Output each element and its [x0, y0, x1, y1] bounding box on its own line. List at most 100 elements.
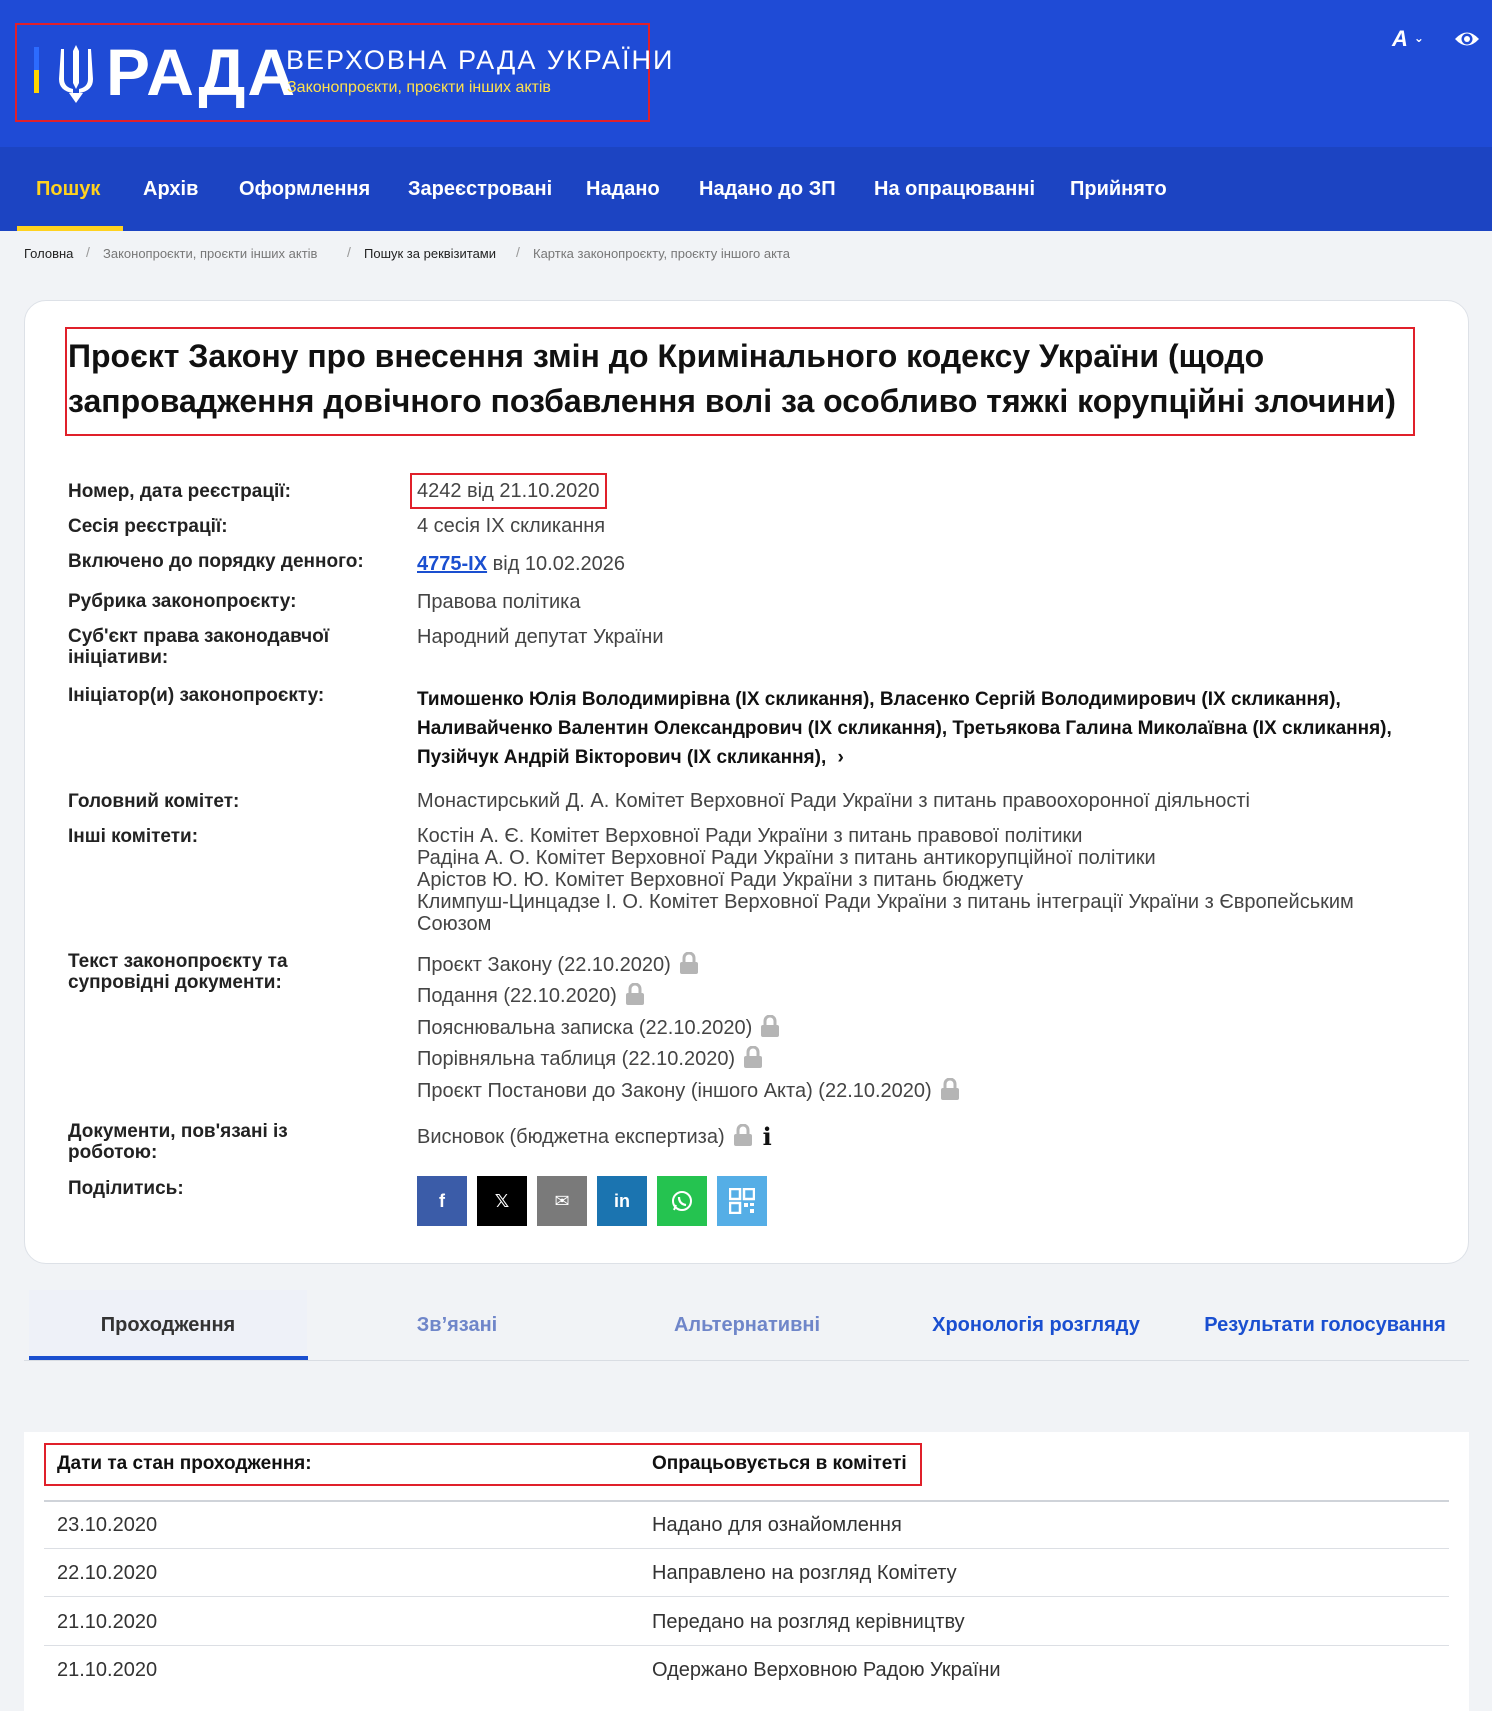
- share-x-button[interactable]: 𝕏: [477, 1176, 527, 1226]
- share-label: Поділитись:: [68, 1178, 184, 1199]
- logo-wordmark[interactable]: РАДА: [106, 36, 297, 108]
- nav-item-search[interactable]: Пошук: [36, 147, 100, 231]
- status-row-event: Одержано Верховною Радою України: [652, 1659, 1001, 1681]
- x-icon: 𝕏: [494, 1190, 510, 1211]
- status-header-label: Дати та стан проходження:: [57, 1453, 312, 1474]
- main-committee-value: Монастирський Д. А. Комітет Верховної Ра…: [417, 790, 1250, 812]
- agenda-value: 4775-IX від 10.02.2026: [417, 553, 1417, 575]
- tab-voting-results[interactable]: Результати голосування: [1186, 1290, 1464, 1360]
- bill-card: [24, 300, 1469, 1264]
- session-label: Сесія реєстрації:: [68, 516, 228, 537]
- status-divider: [44, 1548, 1449, 1549]
- font-size-button[interactable]: A ⌄: [1392, 26, 1424, 52]
- breadcrumb-separator: /: [516, 244, 520, 260]
- nav-item-archive[interactable]: Архів: [143, 147, 198, 231]
- trident-icon: [59, 45, 93, 103]
- breadcrumb-separator: /: [347, 244, 351, 260]
- tab-chronology[interactable]: Хронологія розгляду: [897, 1290, 1175, 1360]
- other-committee-item: Арістов Ю. Ю. Комітет Верховної Ради Укр…: [417, 869, 1024, 891]
- flag-icon: [34, 47, 39, 93]
- text-doc-item[interactable]: Пояснювальна записка (22.10.2020): [417, 1015, 1417, 1039]
- bill-title: Проєкт Закону про внесення змін до Кримі…: [68, 338, 1396, 419]
- text-doc-item[interactable]: Проєкт Постанови до Закону (іншого Акта)…: [417, 1078, 1417, 1102]
- tab-alternative[interactable]: Альтернативні: [608, 1290, 886, 1360]
- subject-label: Суб'єкт права законодавчої ініціативи:: [68, 626, 330, 668]
- nav-item-in-processing[interactable]: На опрацюванні: [874, 147, 1035, 231]
- nav-item-provided[interactable]: Надано: [586, 147, 660, 231]
- text-doc-title[interactable]: Проєкт Постанови до Закону (іншого Акта)…: [417, 1080, 932, 1102]
- agenda-link[interactable]: 4775-IX: [417, 553, 487, 575]
- initiators-list: Тимошенко Юлія Володимирівна (IX скликан…: [417, 685, 1427, 772]
- main-committee-label: Головний комітет:: [68, 791, 240, 812]
- related-docs-label: Документи, пов'язані із роботою:: [68, 1121, 288, 1163]
- breadcrumb-home[interactable]: Головна: [24, 246, 73, 261]
- agenda-label: Включено до порядку денного:: [68, 551, 364, 572]
- text-doc-title[interactable]: Подання (22.10.2020): [417, 985, 617, 1007]
- texts-label: Текст законопроєкту та супровідні докуме…: [68, 951, 288, 993]
- active-tab-indicator: [29, 1356, 308, 1360]
- info-icon[interactable]: i: [763, 1125, 772, 1149]
- lock-icon: [733, 1124, 752, 1146]
- breadcrumb-bills[interactable]: Законопроєкти, проєкти інших актів: [103, 246, 317, 261]
- rubric-label: Рубрика законопроєкту:: [68, 591, 297, 612]
- rubric-value: Правова політика: [417, 591, 581, 613]
- related-doc-title[interactable]: Висновок (бюджетна експертиза): [417, 1126, 725, 1148]
- chevron-right-icon[interactable]: ›: [838, 747, 844, 768]
- subject-value: Народний депутат України: [417, 626, 664, 648]
- font-size-label: A: [1392, 26, 1408, 51]
- qr-code-icon: [729, 1188, 755, 1214]
- share-whatsapp-button[interactable]: [657, 1176, 707, 1226]
- status-header-value: Опрацьовується в комітеті: [652, 1453, 907, 1474]
- share-linkedin-button[interactable]: in: [597, 1176, 647, 1226]
- text-doc-title[interactable]: Порівняльна таблиця (22.10.2020): [417, 1048, 735, 1070]
- related-doc-item[interactable]: Висновок (бюджетна експертиза) i: [417, 1124, 1417, 1149]
- text-doc-item[interactable]: Порівняльна таблиця (22.10.2020): [417, 1046, 1417, 1070]
- chevron-down-icon: ⌄: [1413, 31, 1424, 45]
- whatsapp-icon: [672, 1191, 692, 1211]
- text-doc-title[interactable]: Пояснювальна записка (22.10.2020): [417, 1017, 752, 1039]
- other-committee-item: Союзом: [417, 913, 492, 935]
- lock-icon: [940, 1078, 959, 1100]
- agenda-date: від 10.02.2026: [492, 553, 626, 575]
- linkedin-icon: in: [614, 1190, 630, 1211]
- nav-item-provided-to-zp[interactable]: Надано до ЗП: [699, 147, 836, 231]
- active-nav-indicator: [17, 226, 123, 231]
- lock-icon: [761, 1015, 780, 1037]
- facebook-icon: f: [439, 1190, 445, 1211]
- main-nav: Пошук Архів Оформлення Зареєстровані Над…: [0, 147, 1492, 231]
- status-row-event: Направлено на розгляд Комітету: [652, 1562, 957, 1584]
- site-header: РАДА ВЕРХОВНА РАДА УКРАЇНИ Законопроєкти…: [0, 0, 1492, 147]
- share-facebook-button[interactable]: f: [417, 1176, 467, 1226]
- initiators-label: Ініціатор(и) законопроєкту:: [68, 685, 325, 706]
- lock-icon: [744, 1046, 763, 1068]
- breadcrumb-separator: /: [86, 244, 90, 260]
- tab-related[interactable]: Зв’язані: [318, 1290, 596, 1360]
- eye-icon[interactable]: [1454, 28, 1480, 50]
- text-doc-item[interactable]: Подання (22.10.2020): [417, 983, 1417, 1007]
- nav-item-registered[interactable]: Зареєстровані: [408, 147, 552, 231]
- status-row-event: Надано для ознайомлення: [652, 1514, 902, 1536]
- nav-item-drafting[interactable]: Оформлення: [239, 147, 370, 231]
- other-committee-item: Костін А. Є. Комітет Верховної Ради Укра…: [417, 825, 1083, 847]
- share-qr-button[interactable]: [717, 1176, 767, 1226]
- status-row-date: 21.10.2020: [57, 1611, 158, 1633]
- other-committee-item: Климпуш-Цинцадзе І. О. Комітет Верховної…: [417, 891, 1354, 913]
- status-divider: [44, 1596, 1449, 1597]
- text-doc-title[interactable]: Проєкт Закону (22.10.2020): [417, 954, 671, 976]
- status-divider: [44, 1645, 1449, 1646]
- tabs-divider: [24, 1360, 1469, 1361]
- other-committee-item: Радіна А. О. Комітет Верховної Ради Укра…: [417, 847, 1156, 869]
- status-row-date: 21.10.2020: [57, 1659, 158, 1681]
- org-name[interactable]: ВЕРХОВНА РАДА УКРАЇНИ: [286, 44, 674, 76]
- breadcrumb-current: Картка законопроєкту, проєкту іншого акт…: [533, 246, 790, 261]
- text-doc-item[interactable]: Проєкт Закону (22.10.2020): [417, 952, 1417, 976]
- nav-item-adopted[interactable]: Прийнято: [1070, 147, 1167, 231]
- breadcrumb-search[interactable]: Пошук за реквізитами: [364, 246, 496, 261]
- lock-icon: [679, 952, 698, 974]
- section-name[interactable]: Законопроєкти, проєкти інших актів: [287, 78, 551, 98]
- reg-label: Номер, дата реєстрації:: [68, 481, 291, 502]
- status-divider: [44, 1500, 1449, 1502]
- initiators-text[interactable]: Тимошенко Юлія Володимирівна (IX скликан…: [417, 689, 1392, 768]
- tab-progress[interactable]: Проходження: [29, 1290, 307, 1360]
- share-email-button[interactable]: ✉: [537, 1176, 587, 1226]
